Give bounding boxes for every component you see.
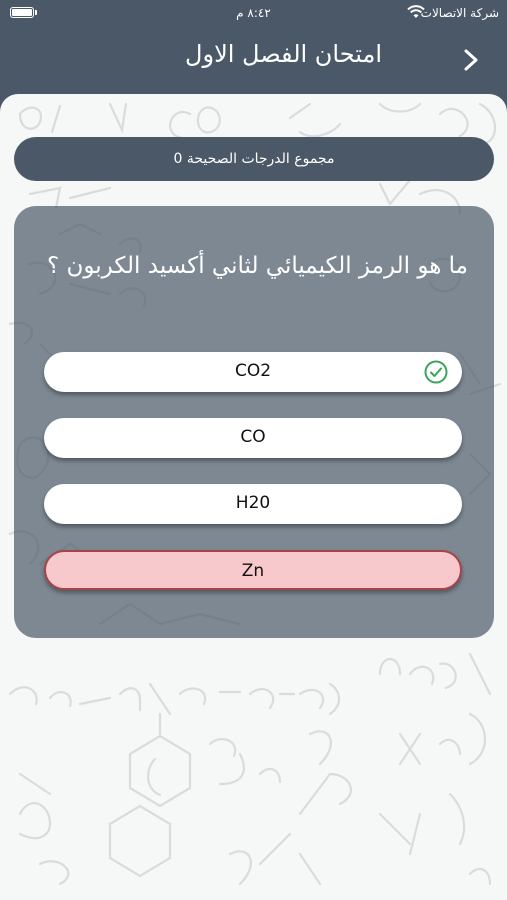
- status-bar: ٨:٤٢ م شركة الاتصالات: [0, 0, 507, 28]
- chevron-right-icon[interactable]: [461, 48, 481, 72]
- navigation-bar: امتحان الفصل الاول: [0, 28, 507, 92]
- answer-option-1[interactable]: CO2: [44, 352, 462, 392]
- answer-option-4[interactable]: Zn: [44, 550, 462, 590]
- score-bar: مجموع الدرجات الصحيحة 0: [14, 137, 494, 181]
- answer-label: Zn: [241, 561, 265, 581]
- check-circle-icon: [424, 360, 448, 384]
- answer-label: H20: [235, 493, 271, 513]
- question-text: ما هو الرمز الكيميائي لثاني أكسيد الكربو…: [46, 253, 468, 279]
- page-title: امتحان الفصل الاول: [185, 40, 382, 68]
- content-sheet: مجموع الدرجات الصحيحة 0 ما هو الرمز الكي…: [0, 94, 507, 900]
- answer-option-3[interactable]: H20: [44, 484, 462, 524]
- carrier-name: شركة الاتصالات: [420, 6, 499, 20]
- answer-label: CO: [240, 427, 266, 447]
- answer-label: CO2: [234, 361, 272, 381]
- score-label: مجموع الدرجات الصحيحة 0: [173, 151, 335, 167]
- question-card: ما هو الرمز الكيميائي لثاني أكسيد الكربو…: [14, 206, 494, 638]
- answer-option-2[interactable]: CO: [44, 418, 462, 458]
